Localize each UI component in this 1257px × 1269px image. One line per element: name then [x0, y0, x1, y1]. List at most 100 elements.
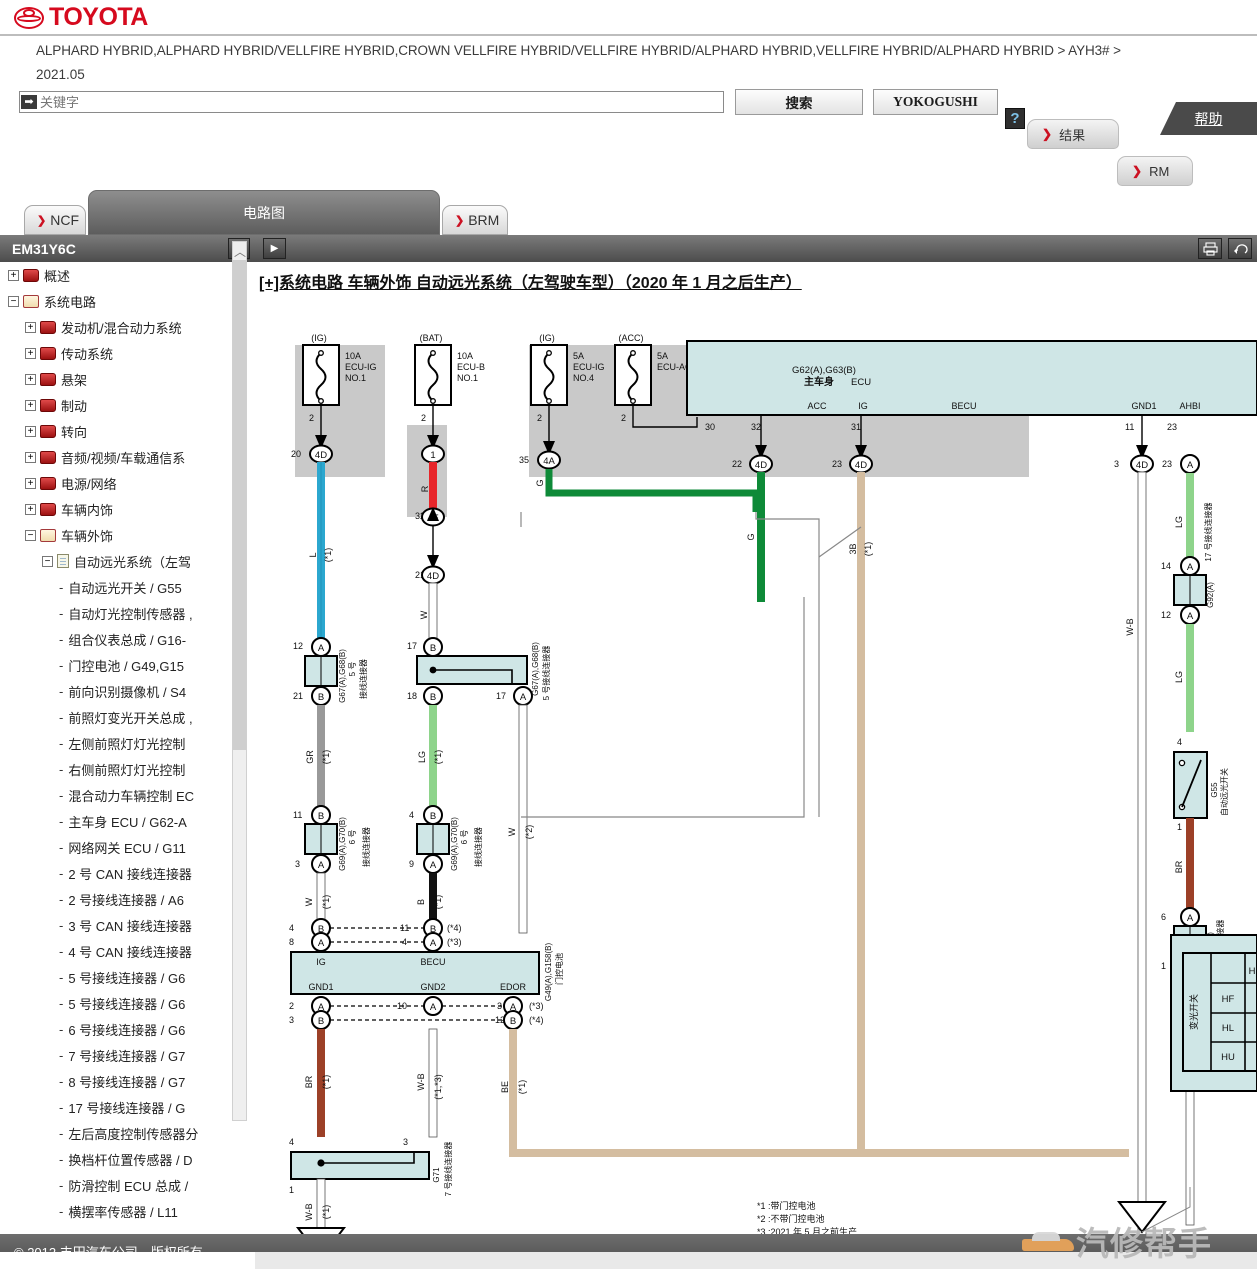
tree-item[interactable]: -2 号 CAN 接线连接器: [0, 860, 255, 886]
yokogushi-button[interactable]: YOKOGUSHI: [873, 89, 998, 115]
tree-item[interactable]: - 换档杆位置传感器 / D: [0, 1146, 255, 1172]
expand-icon[interactable]: +: [25, 321, 36, 333]
tree-item[interactable]: - 防滑控制 ECU 总成 /: [0, 1172, 255, 1198]
chevron-right-icon: ❯: [37, 214, 47, 227]
tree-item[interactable]: - 自动远光开关 / G55: [0, 574, 255, 600]
scroll-up-icon[interactable]: ︿: [234, 243, 246, 260]
svg-text:17: 17: [496, 691, 506, 701]
diagram-panel: ▶ [+]系统电路 车辆外饰 自动远光系统（左驾驶车型）（2020 年 1 月之…: [255, 235, 1257, 1234]
tree-item[interactable]: + 电源/网络: [0, 470, 255, 496]
svg-text:BECU: BECU: [951, 401, 976, 411]
scrollbar-thumb[interactable]: [233, 260, 246, 750]
tree-item-label: 主车身 ECU / G62-A: [68, 814, 187, 830]
tree-item[interactable]: -3 号 CAN 接线连接器: [0, 912, 255, 938]
search-input[interactable]: [37, 93, 723, 111]
leaf-dash-icon: -: [59, 969, 64, 985]
tree-item[interactable]: + 制动: [0, 392, 255, 418]
tab-ncf[interactable]: ❯ NCF: [24, 205, 86, 235]
tree-item[interactable]: + 发动机/混合动力系统: [0, 314, 255, 340]
tree-item[interactable]: - 主车身 ECU / G62-A: [0, 808, 255, 834]
breadcrumb: ALPHARD HYBRID,ALPHARD HYBRID/VELLFIRE H…: [36, 43, 1121, 58]
print-icon[interactable]: [1198, 238, 1222, 259]
tree-item[interactable]: -5 号接线连接器 / G6: [0, 964, 255, 990]
tree-item[interactable]: -4 号 CAN 接线连接器: [0, 938, 255, 964]
svg-text:(*1,*3): (*1,*3): [433, 1074, 443, 1100]
help-question-icon[interactable]: ?: [1005, 108, 1025, 129]
tree-scrollbar[interactable]: ︿: [232, 241, 247, 1121]
search-button[interactable]: 搜索: [735, 89, 863, 115]
tree-item[interactable]: - 右侧前照灯灯光控制: [0, 756, 255, 782]
expand-icon[interactable]: +: [25, 451, 36, 463]
svg-text:ACC: ACC: [807, 401, 827, 411]
tree-item[interactable]: -8 号接线连接器 / G7: [0, 1068, 255, 1094]
svg-text:(*4): (*4): [529, 1015, 544, 1025]
tree-item[interactable]: -7 号接线连接器 / G7: [0, 1042, 255, 1068]
tree-item[interactable]: - 前照灯变光开关总成 ,: [0, 704, 255, 730]
tree-item-label: 右侧前照灯灯光控制: [68, 762, 186, 778]
tree-item[interactable]: - 左后高度控制传感器分: [0, 1120, 255, 1146]
tree-item[interactable]: -17 号接线连接器 / G: [0, 1094, 255, 1120]
rm-pill-button[interactable]: ❯ RM: [1117, 156, 1193, 186]
svg-text:(*3): (*3): [529, 1001, 544, 1011]
svg-text:(*1): (*1): [321, 1075, 331, 1090]
tree-item[interactable]: − 系统电路: [0, 288, 255, 314]
tree-item[interactable]: - 门控电池 / G49,G15: [0, 652, 255, 678]
tree-item[interactable]: - 前向识别摄像机 / S4: [0, 678, 255, 704]
tree-item[interactable]: - 组合仪表总成 / G16-: [0, 626, 255, 652]
expand-icon[interactable]: +: [25, 373, 36, 385]
expand-icon[interactable]: +: [25, 399, 36, 411]
tree-item[interactable]: + 传动系统: [0, 340, 255, 366]
app-header: TOYOTA: [0, 0, 1257, 36]
expand-icon[interactable]: +: [25, 477, 36, 489]
svg-text:W: W: [419, 610, 429, 619]
svg-text:(*2): (*2): [524, 825, 534, 840]
svg-text:23: 23: [832, 459, 842, 469]
tree-item[interactable]: + 音频/视频/车载通信系: [0, 444, 255, 470]
svg-text:4D: 4D: [427, 571, 439, 582]
tree-item[interactable]: − 自动远光系统（左驾: [0, 548, 255, 574]
expand-icon[interactable]: +: [8, 269, 19, 281]
svg-text:4: 4: [1177, 737, 1182, 747]
svg-text:A: A: [1187, 460, 1194, 471]
help-button[interactable]: 帮助: [1160, 102, 1257, 135]
diagram-canvas-wrapper[interactable]: (IG) 10A ECU-IG NO.1 2 20 4D L (*1) (BAT…: [259, 297, 1257, 1234]
tree-item[interactable]: - 横摆率传感器 / L11: [0, 1198, 255, 1224]
leaf-dash-icon: -: [59, 1021, 64, 1037]
search-field-wrapper[interactable]: ➡: [19, 91, 724, 113]
tab-circuit-diagram[interactable]: 电路图: [88, 190, 440, 235]
tree-item[interactable]: - 左侧前照灯灯光控制: [0, 730, 255, 756]
circuit-diagram[interactable]: (IG) 10A ECU-IG NO.1 2 20 4D L (*1) (BAT…: [259, 297, 1257, 1234]
result-pill-button[interactable]: ❯ 结果: [1027, 119, 1119, 149]
leaf-dash-icon: -: [59, 657, 64, 673]
svg-text:(*4): (*4): [447, 923, 462, 933]
tree-item[interactable]: − 车辆外饰: [0, 522, 255, 548]
expand-icon[interactable]: +: [25, 347, 36, 359]
svg-text:3B: 3B: [848, 543, 858, 554]
tab-brm[interactable]: ❯ BRM: [442, 205, 508, 235]
tree-item[interactable]: + 车辆内饰: [0, 496, 255, 522]
tree-item-label: 组合仪表总成 / G16-: [68, 632, 187, 648]
collapse-icon[interactable]: −: [42, 555, 53, 567]
tree-item[interactable]: + 转向: [0, 418, 255, 444]
svg-text:HF: HF: [1222, 994, 1235, 1005]
tree-item[interactable]: -2 号接线连接器 / A6: [0, 886, 255, 912]
collapse-icon[interactable]: −: [25, 529, 36, 541]
tree-item[interactable]: + 悬架: [0, 366, 255, 392]
tree-item[interactable]: + 概述: [0, 262, 255, 288]
expand-icon[interactable]: +: [25, 425, 36, 437]
bottom-bar-left: [0, 1252, 255, 1269]
tree-item[interactable]: -5 号接线连接器 / G6: [0, 990, 255, 1016]
svg-text:4: 4: [289, 1137, 294, 1147]
tree-item[interactable]: -6 号接线连接器 / G6: [0, 1016, 255, 1042]
search-submit-arrow-icon[interactable]: ➡: [21, 95, 37, 109]
tree-item[interactable]: - 网络网关 ECU / G11: [0, 834, 255, 860]
tree-item[interactable]: - 混合动力车辆控制 EC: [0, 782, 255, 808]
tree-item[interactable]: - 自动灯光控制传感器 ,: [0, 600, 255, 626]
collapse-icon[interactable]: −: [8, 295, 19, 307]
leaf-dash-icon: -: [59, 1047, 64, 1063]
back-icon[interactable]: [1228, 238, 1252, 259]
leaf-dash-icon: -: [59, 1099, 64, 1115]
document-tree[interactable]: + 概述 − 系统电路 + 发动机/混合动力系统 + 传动系统 + 悬架 + 制动 + 转向 + 音频/视频/…: [0, 262, 255, 1234]
expand-icon[interactable]: +: [25, 503, 36, 515]
next-page-button[interactable]: ▶: [263, 238, 286, 259]
